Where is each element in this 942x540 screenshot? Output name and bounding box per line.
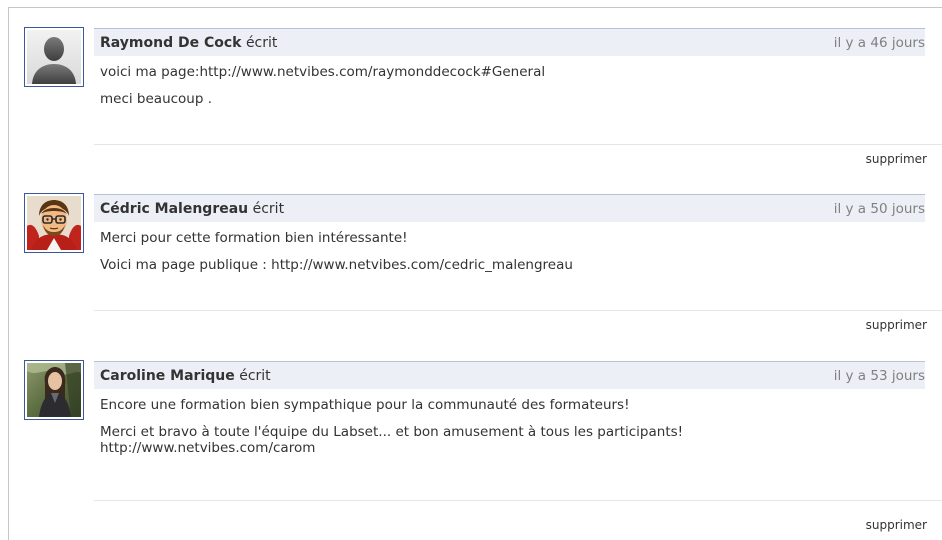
avatar[interactable] — [24, 27, 84, 87]
author-name[interactable]: Caroline Marique — [100, 368, 235, 384]
cartoon-avatar-icon — [27, 196, 81, 250]
comment-header: Cédric Malengreau écrit il y a 50 jours — [94, 194, 925, 222]
comment-text-line: voici ma page:http://www.netvibes.com/ra… — [100, 64, 546, 80]
wrote-label: écrit — [239, 368, 271, 384]
comment-divider — [94, 310, 942, 311]
comment-body: voici ma page:http://www.netvibes.com/ra… — [100, 64, 920, 118]
comment-text-line: Merci pour cette formation bien intéress… — [100, 230, 408, 246]
comment-header: Caroline Marique écrit il y a 53 jours — [94, 361, 925, 389]
comment-text-line: http://www.netvibes.com/carom — [100, 440, 316, 456]
comment-text-line: Merci et bravo à toute l'équipe du Labse… — [100, 424, 684, 440]
comment-timestamp: il y a 53 jours — [833, 368, 925, 384]
comment-body: Merci pour cette formation bien intéress… — [100, 230, 920, 284]
avatar[interactable] — [24, 193, 84, 253]
avatar[interactable] — [24, 360, 84, 420]
wrote-label: écrit — [245, 35, 278, 51]
comment-text-line: Voici ma page publique : http://www.netv… — [100, 257, 573, 273]
default-user-silhouette-icon — [27, 30, 81, 84]
comment-timestamp: il y a 50 jours — [833, 201, 925, 217]
comment-wall: Raymond De Cock écrit il y a 46 jours vo… — [8, 7, 942, 540]
comment-divider — [94, 144, 942, 145]
comment-header: Raymond De Cock écrit il y a 46 jours — [94, 28, 925, 56]
delete-comment-link[interactable]: supprimer — [866, 318, 927, 332]
photo-avatar-icon — [27, 363, 81, 417]
comment-divider — [94, 500, 942, 501]
comment-body: Encore une formation bien sympathique po… — [100, 397, 920, 467]
delete-comment-link[interactable]: supprimer — [866, 518, 927, 532]
author-name[interactable]: Cédric Malengreau — [100, 201, 248, 217]
comment-timestamp: il y a 46 jours — [833, 35, 925, 51]
comment-text-line: meci beaucoup . — [100, 91, 213, 107]
delete-comment-link[interactable]: supprimer — [866, 152, 927, 166]
wrote-label: écrit — [252, 201, 285, 217]
author-name[interactable]: Raymond De Cock — [100, 35, 241, 51]
comment-text-line: Encore une formation bien sympathique po… — [100, 397, 630, 413]
